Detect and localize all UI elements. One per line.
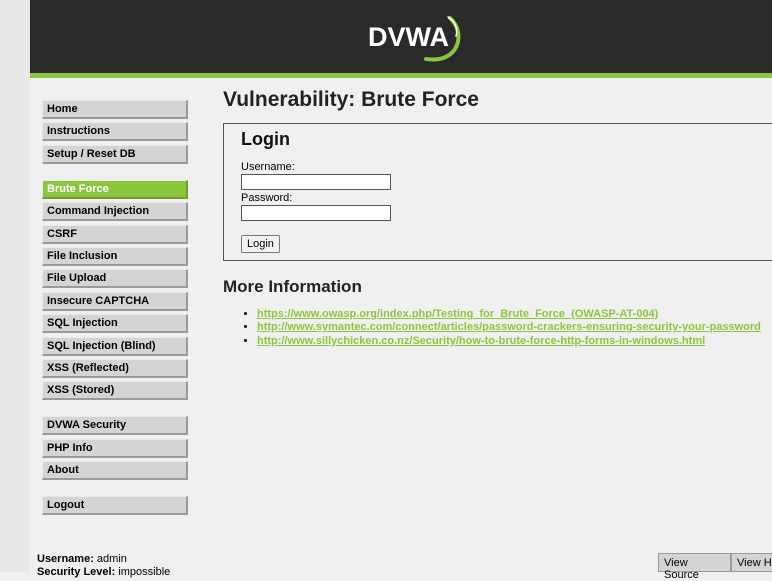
sidebar-item-home[interactable]: Home (42, 100, 188, 119)
sidebar-item-file-upload[interactable]: File Upload (42, 269, 188, 289)
password-input[interactable] (241, 205, 391, 221)
menu-block: Brute Force Command Injection CSRF File Inc… (42, 179, 188, 401)
sidebar-item-brute-force[interactable]: Brute Force (42, 179, 188, 199)
symantec-link[interactable]: http://www.symantec.com/connect/articles… (257, 321, 761, 333)
login-button[interactable]: Login (241, 235, 280, 253)
footer-user-info: Username: admin Security Level: impossib… (37, 553, 170, 579)
sidebar-menu: Home Instructions Setup / Reset DB Brute Fo… (42, 100, 188, 531)
list-item: http://www.sillychicken.co.nz/Security/h… (257, 335, 761, 348)
username-input[interactable] (241, 174, 391, 190)
footer-security-label: Security Level: (37, 566, 116, 578)
list-item: http://www.symantec.com/connect/articles… (257, 321, 761, 334)
footer-username-line: Username: admin (37, 553, 170, 566)
sidebar-item-about[interactable]: About (42, 461, 188, 481)
menu-block: Home Instructions Setup / Reset DB (42, 100, 188, 164)
sidebar-item-file-inclusion[interactable]: File Inclusion (42, 246, 188, 266)
sidebar-item-command-injection[interactable]: Command Injection (42, 202, 188, 222)
footer-username-value: admin (96, 553, 127, 565)
footer-security-line: Security Level: impossible (37, 566, 170, 579)
more-information-heading: More Information (223, 277, 362, 296)
sidebar-item-xss-reflected[interactable]: XSS (Reflected) (42, 358, 188, 378)
page-title: Vulnerability: Brute Force (223, 88, 479, 111)
password-label: Password: (241, 192, 293, 204)
sidebar-item-xss-stored[interactable]: XSS (Stored) (42, 381, 188, 401)
view-source-button[interactable]: View Source (658, 553, 731, 581)
view-help-button[interactable]: View Help (731, 553, 772, 572)
owasp-link[interactable]: https://www.owasp.org/index.php/Testing_… (257, 308, 658, 320)
left-gutter (0, 0, 30, 572)
logo-text: DVWA (368, 22, 449, 52)
username-label: Username: (241, 161, 295, 173)
more-information-list: https://www.owasp.org/index.php/Testing_… (223, 308, 761, 348)
sidebar-item-setup-reset-db[interactable]: Setup / Reset DB (42, 144, 188, 164)
menu-block: Logout (42, 496, 188, 516)
page: DVWA Home Instructions Setup / Reset DB Bru… (30, 0, 772, 572)
sidebar-item-dvwa-security[interactable]: DVWA Security (42, 416, 188, 436)
sidebar-item-php-info[interactable]: PHP Info (42, 438, 188, 458)
sidebar-item-logout[interactable]: Logout (42, 496, 188, 516)
list-item: https://www.owasp.org/index.php/Testing_… (257, 308, 761, 321)
sidebar-item-insecure-captcha[interactable]: Insecure CAPTCHA (42, 291, 188, 311)
menu-block: DVWA Security PHP Info About (42, 416, 188, 481)
main-content: Vulnerability: Brute Force Login Usernam… (223, 88, 772, 347)
sidebar-item-sql-injection[interactable]: SQL Injection (42, 314, 188, 334)
footer-username-label: Username: (37, 553, 94, 565)
header-bar: DVWA (30, 0, 772, 78)
sillychicken-link[interactable]: http://www.sillychicken.co.nz/Security/h… (257, 335, 705, 347)
login-heading: Login (241, 129, 290, 149)
sidebar-item-sql-injection-blind[interactable]: SQL Injection (Blind) (42, 336, 188, 356)
dvwa-logo: DVWA (368, 12, 488, 64)
sidebar-item-instructions[interactable]: Instructions (42, 122, 188, 142)
footer-security-value: impossible (118, 566, 171, 578)
sidebar-item-csrf[interactable]: CSRF (42, 224, 188, 244)
login-form: Login Username: Password: Login (223, 123, 772, 261)
